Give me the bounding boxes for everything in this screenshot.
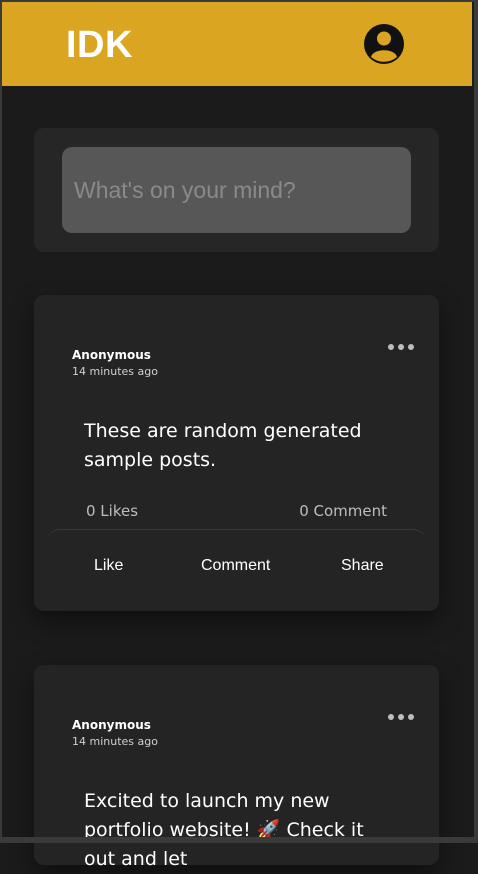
like-button[interactable]: Like [94, 557, 123, 575]
comments-count[interactable]: 0 Comment [299, 502, 387, 520]
post-timestamp: 14 minutes ago [72, 735, 158, 748]
more-horizontal-icon[interactable] [388, 711, 418, 723]
top-bar: IDK [2, 2, 472, 86]
more-horizontal-icon[interactable] [388, 341, 418, 353]
post-composer [34, 128, 439, 252]
post-card: Anonymous 14 minutes ago These are rando… [34, 295, 439, 611]
post-timestamp: 14 minutes ago [72, 365, 158, 378]
post-author[interactable]: Anonymous [72, 718, 151, 732]
user-avatar-icon[interactable] [364, 24, 404, 64]
likes-count[interactable]: 0 Likes [86, 502, 138, 520]
share-button[interactable]: Share [341, 557, 384, 575]
post-actions-bar: Like Comment Share [46, 529, 427, 589]
comment-button[interactable]: Comment [201, 557, 270, 575]
post-author[interactable]: Anonymous [72, 348, 151, 362]
whats-on-your-mind-input[interactable] [62, 147, 411, 233]
post-card: Anonymous 14 minutes ago Excited to laun… [34, 665, 439, 870]
app-logo[interactable]: IDK [66, 24, 133, 67]
post-content: Excited to launch my new portfolio websi… [84, 790, 364, 870]
post-content: These are random generated sample posts. [84, 420, 362, 471]
